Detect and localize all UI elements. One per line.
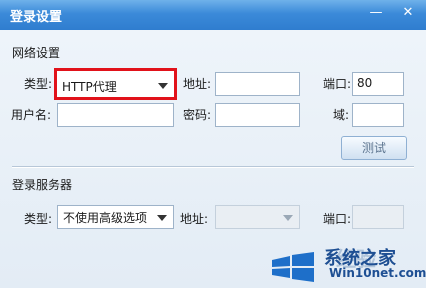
section-divider (12, 166, 414, 168)
server-type-value: 不使用高级选项 (63, 211, 148, 225)
windows-logo-icon (272, 252, 314, 282)
network-type-label: 类型: (24, 77, 53, 91)
chevron-down-icon (283, 215, 293, 221)
network-section-label: 网络设置 (12, 46, 61, 60)
server-type-select[interactable]: 不使用高级选项 (57, 205, 174, 229)
address-field[interactable] (215, 72, 300, 96)
chevron-down-icon (158, 83, 168, 89)
network-type-select[interactable]: HTTP代理 (54, 68, 177, 100)
server-address-label: 地址: (180, 212, 209, 226)
domain-field[interactable] (352, 103, 404, 127)
network-type-value: HTTP代理 (62, 80, 117, 94)
server-port-field[interactable] (352, 205, 404, 229)
username-field[interactable] (57, 103, 174, 127)
server-type-label: 类型: (24, 212, 53, 226)
domain-label: 域: (333, 108, 350, 122)
password-field[interactable] (215, 103, 300, 127)
port-label: 端口: (323, 77, 352, 91)
username-label: 用户名: (11, 108, 52, 122)
password-label: 密码: (183, 108, 212, 122)
close-button[interactable]: ✕ (397, 3, 419, 23)
watermark-url: Win10net.com (329, 266, 426, 280)
server-port-label: 端口: (323, 212, 352, 226)
window-title: 登录设置 (10, 10, 63, 25)
server-address-select[interactable] (215, 205, 300, 229)
minimize-button[interactable]: — (365, 3, 387, 23)
chevron-down-icon (157, 215, 167, 221)
address-label: 地址: (183, 77, 212, 91)
server-section-label: 登录服务器 (12, 178, 73, 192)
test-button[interactable]: 测试 (341, 136, 407, 160)
title-bar: 登录设置 — ✕ (0, 0, 426, 30)
port-field[interactable]: 80 (352, 72, 404, 96)
